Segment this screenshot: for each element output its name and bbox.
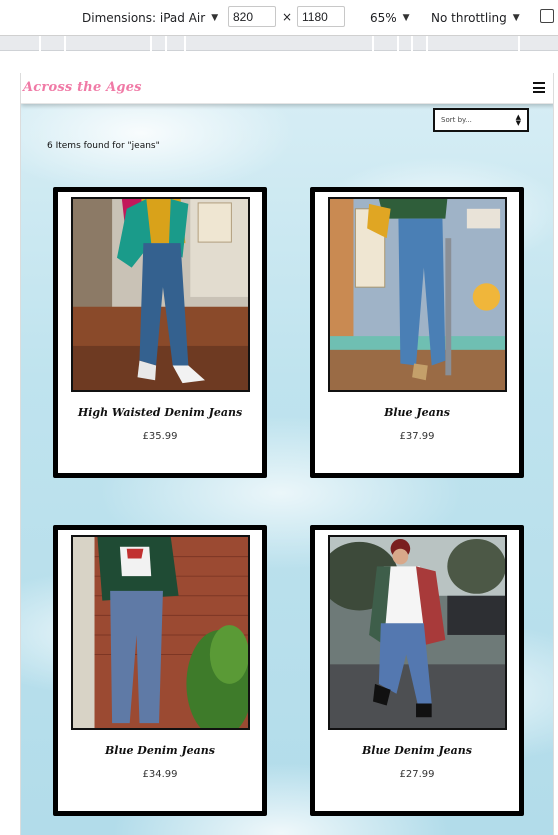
ruler-tick	[150, 36, 152, 51]
caret-down-icon: ▼	[512, 13, 520, 23]
product-card[interactable]: Blue Denim Jeans £27.99	[310, 525, 524, 816]
site-navbar: Across the Ages	[21, 73, 553, 104]
ruler-tick	[39, 36, 41, 51]
zoom-label: 65%	[370, 11, 397, 25]
product-price: £27.99	[399, 769, 435, 780]
viewport-height-input[interactable]	[297, 6, 345, 27]
search-result-count: 6 Items found for "jeans"	[47, 141, 160, 151]
hamburger-menu-icon[interactable]	[533, 82, 545, 93]
product-card[interactable]: High Waisted Denim Jeans £35.99	[53, 187, 267, 478]
caret-down-icon: ▼	[402, 13, 410, 23]
ruler-tick	[184, 36, 186, 51]
device-dimensions-dropdown[interactable]: Dimensions: iPad Air ▼	[82, 8, 218, 28]
product-price: £37.99	[399, 431, 435, 442]
device-toolbar: Dimensions: iPad Air ▼ × 65% ▼ No thrott…	[0, 0, 558, 36]
product-name[interactable]: Blue Jeans	[315, 406, 519, 419]
ruler-tick	[518, 36, 520, 51]
viewport-width-input[interactable]	[228, 6, 276, 27]
ruler-tick	[411, 36, 413, 51]
dimensions-times-symbol: ×	[282, 10, 293, 24]
product-price: £35.99	[142, 431, 178, 442]
throttling-label: No throttling	[431, 11, 507, 25]
website: Across the Ages Sort by... ▲ ▼ 6 Items fo…	[20, 73, 554, 835]
ruler-tick	[165, 36, 167, 51]
rotate-device-icon[interactable]	[540, 9, 554, 23]
sort-by-placeholder: Sort by...	[441, 116, 472, 124]
ruler-tick	[372, 36, 374, 51]
media-query-ruler[interactable]	[0, 36, 558, 51]
ruler-tick	[64, 36, 66, 51]
device-viewport: Across the Ages Sort by... ▲ ▼ 6 Items fo…	[0, 51, 558, 835]
product-price: £34.99	[142, 769, 178, 780]
brand-logo-link[interactable]: Across the Ages	[23, 80, 142, 95]
product-name[interactable]: Blue Denim Jeans	[58, 744, 262, 757]
product-name[interactable]: Blue Denim Jeans	[315, 744, 519, 757]
product-card[interactable]: Blue Jeans £37.99	[310, 187, 524, 478]
device-dimensions-label: Dimensions: iPad Air	[82, 11, 206, 25]
ruler-tick	[397, 36, 399, 51]
sort-by-select[interactable]: Sort by... ▲ ▼	[433, 108, 529, 132]
caret-down-icon: ▼	[211, 13, 219, 23]
product-image[interactable]	[328, 535, 507, 730]
throttling-dropdown[interactable]: No throttling ▼	[431, 8, 520, 28]
product-card[interactable]: Blue Denim Jeans £34.99	[53, 525, 267, 816]
product-image[interactable]	[328, 197, 507, 392]
ruler-tick	[426, 36, 428, 51]
sort-arrows-icon: ▲ ▼	[515, 113, 521, 127]
product-image[interactable]	[71, 197, 250, 392]
product-name[interactable]: High Waisted Denim Jeans	[58, 406, 262, 419]
zoom-dropdown[interactable]: 65% ▼	[370, 8, 410, 28]
product-image[interactable]	[71, 535, 250, 730]
